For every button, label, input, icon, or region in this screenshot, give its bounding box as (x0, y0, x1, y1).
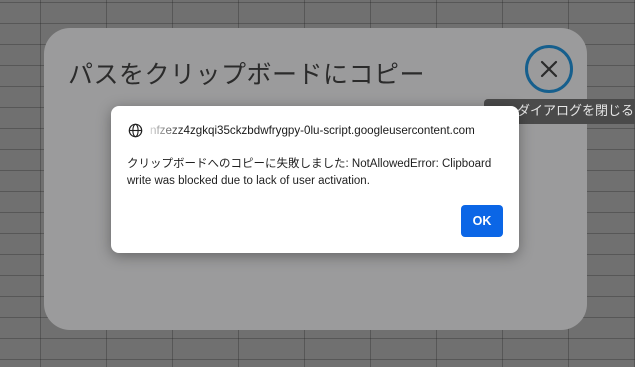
alert-message: クリップボードへのコピーに失敗しました: NotAllowedError: Cl… (127, 158, 492, 187)
ok-button[interactable]: OK (461, 205, 503, 237)
dialog-title: パスをクリップボードにコピー (68, 60, 426, 89)
close-icon (540, 60, 558, 78)
close-dialog-button[interactable] (525, 45, 573, 93)
browser-alert-dialog: nfzezz4zgkqi35ckzbdwfrygpy-0lu-script.go… (111, 106, 519, 253)
alert-origin-url: nfzezz4zgkqi35ckzbdwfrygpy-0lu-script.go… (150, 124, 475, 137)
globe-icon (128, 123, 143, 138)
